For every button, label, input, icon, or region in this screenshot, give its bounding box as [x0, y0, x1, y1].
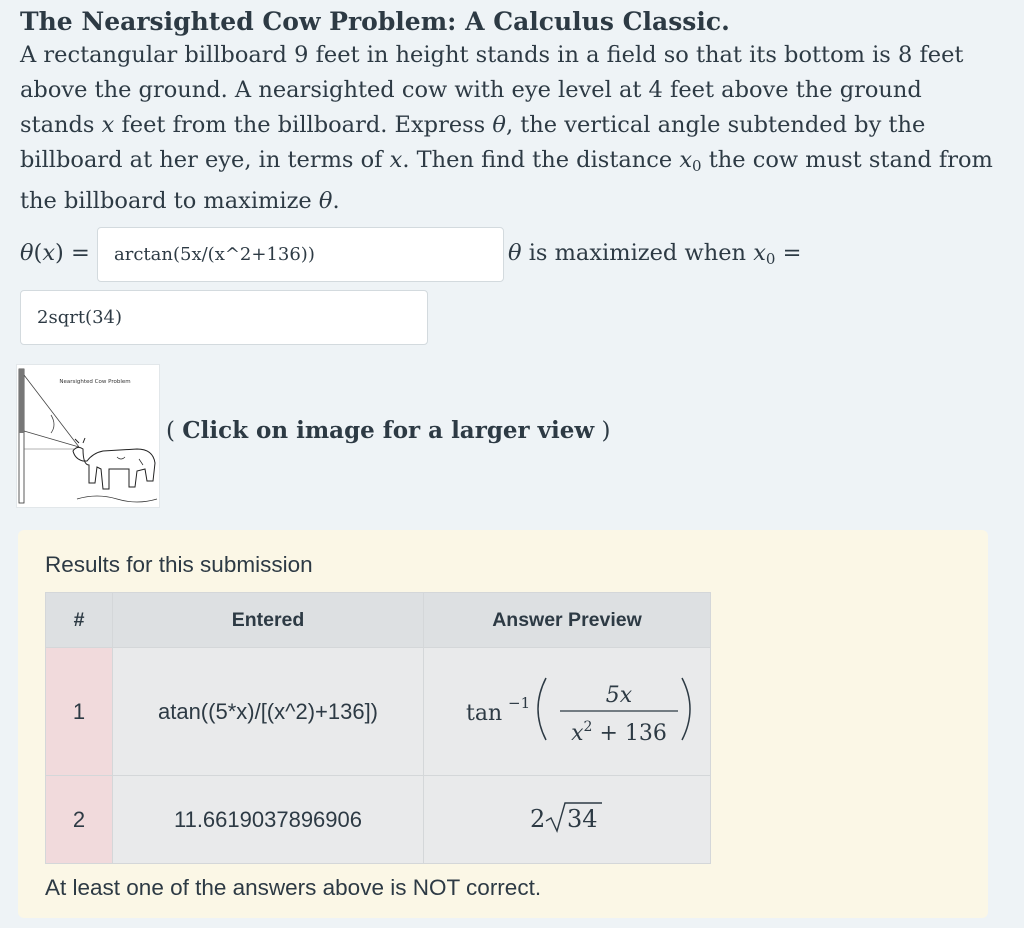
math-var-x: x: [753, 240, 766, 266]
billboard-panel: [19, 369, 24, 433]
math-var-theta: θ: [20, 240, 34, 266]
formula-exponent: −1: [508, 694, 530, 712]
angle-arc: [50, 414, 55, 434]
statement-part: .: [332, 188, 340, 214]
answer1-label: θ(x) =: [20, 238, 90, 268]
math-var-x: x: [389, 147, 403, 173]
answer2-label: θ is maximized when x0 =: [508, 238, 801, 274]
problem-statement: A rectangular billboard 9 feet in height…: [20, 38, 1000, 219]
answer-preview: tan −1 5x x2 + 136: [423, 647, 711, 776]
answer-preview: 2 34: [423, 775, 711, 864]
col-header-number: #: [45, 592, 113, 648]
answer1-input[interactable]: [97, 227, 504, 282]
results-heading: Results for this submission: [45, 552, 313, 577]
table-row: 1 atan((5*x)/[(x^2)+136]) tan −1 5x x2 +…: [45, 647, 711, 776]
preview-formula-1: tan −1 5x x2 + 136: [466, 677, 691, 746]
col-header-entered: Entered: [112, 592, 424, 648]
click-image-label: ( Click on image for a larger view ): [166, 416, 611, 446]
table-row: 2 11.6619037896906 2 34: [45, 775, 711, 864]
math-var-x: x: [101, 112, 115, 138]
right-paren: [681, 677, 691, 740]
grass: [76, 495, 158, 503]
sightline-top: [23, 374, 80, 448]
den-var: x: [571, 721, 584, 746]
formula-numerator: 5x: [606, 683, 633, 708]
row-number: 1: [45, 647, 113, 776]
cow-problem-image[interactable]: Nearsighted Cow Problem: [16, 364, 160, 508]
sightline-bottom: [23, 430, 80, 448]
label-part: =: [775, 240, 802, 266]
row-number: 2: [45, 775, 113, 864]
entered-value: 11.6619037896906: [112, 775, 424, 864]
formula-denominator: x2 + 136: [571, 719, 667, 746]
label-part: ) =: [55, 240, 90, 266]
math-var-x: x: [42, 240, 56, 266]
sqrt-radicand: 34: [567, 805, 598, 833]
label-part: is maximized when: [521, 240, 754, 266]
col-header-preview: Answer Preview: [423, 592, 711, 648]
math-var-theta: θ: [508, 240, 522, 266]
statement-part: . Then find the distance: [402, 147, 680, 173]
results-panel: Results for this submission # Entered An…: [18, 530, 988, 918]
paren: ): [594, 418, 611, 444]
image-caption: Nearsighted Cow Problem: [59, 379, 130, 385]
table-header-row: # Entered Answer Preview: [45, 592, 711, 648]
math-subscript: 0: [692, 157, 702, 175]
den-rest: + 136: [592, 721, 666, 746]
den-exp: 2: [584, 719, 593, 735]
label-part: (: [33, 240, 43, 266]
click-image-text: Click on image for a larger view: [182, 417, 595, 444]
results-table: # Entered Answer Preview 1 atan((5*x)/[(…: [45, 592, 711, 864]
cow-diagram-svg: Nearsighted Cow Problem: [18, 368, 158, 504]
entered-value: atan((5*x)/[(x^2)+136]): [112, 647, 424, 776]
answer2-input[interactable]: [20, 290, 428, 345]
results-status: At least one of the answers above is NOT…: [45, 875, 542, 900]
math-var-x0-base: x: [679, 147, 693, 173]
cow-drawing: [72, 437, 156, 490]
problem-text: The Nearsighted Cow Problem: A Calculus …: [20, 6, 1000, 219]
formula-fn: tan: [466, 701, 502, 726]
sqrt-coefficient: 2: [530, 805, 545, 833]
left-paren: [537, 677, 547, 740]
statement-part: feet from the billboard. Express: [114, 112, 493, 138]
problem-title: The Nearsighted Cow Problem: A Calculus …: [20, 7, 730, 36]
math-var-theta: θ: [318, 188, 333, 214]
math-var-x0: x0: [679, 147, 702, 175]
preview-formula-2: 2 34: [530, 801, 602, 833]
paren: (: [166, 418, 183, 444]
math-var-theta: θ: [492, 112, 506, 138]
